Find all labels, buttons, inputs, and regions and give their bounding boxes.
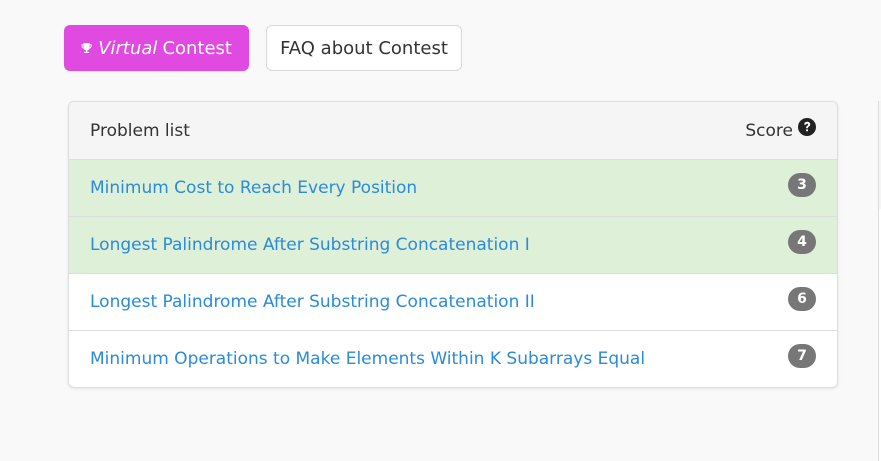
trophy-icon	[81, 43, 92, 53]
problem-link[interactable]: Longest Palindrome After Substring Conca…	[90, 235, 530, 255]
contest-button-row: Virtual Contest FAQ about Contest	[64, 25, 462, 71]
problem-link[interactable]: Minimum Operations to Make Elements With…	[90, 349, 645, 369]
problem-row: Longest Palindrome After Substring Conca…	[69, 274, 837, 331]
problem-list-panel: Problem list Score Minimum Cost to Reach…	[68, 101, 838, 388]
problem-row: Minimum Cost to Reach Every Position 3	[69, 160, 837, 217]
problem-link[interactable]: Minimum Cost to Reach Every Position	[90, 178, 417, 198]
contest-label: Contest	[162, 37, 232, 59]
score-badge: 3	[788, 173, 816, 197]
question-circle-icon[interactable]	[798, 117, 816, 136]
score-label: Score	[745, 120, 793, 141]
problem-link[interactable]: Longest Palindrome After Substring Conca…	[90, 292, 535, 312]
score-header: Score	[745, 117, 816, 141]
problem-list-header: Problem list Score	[69, 102, 837, 160]
score-badge: 7	[788, 344, 816, 368]
problem-row: Longest Palindrome After Substring Conca…	[69, 217, 837, 274]
score-badge: 4	[788, 230, 816, 254]
virtual-label: Virtual	[98, 37, 158, 59]
faq-contest-button[interactable]: FAQ about Contest	[266, 25, 462, 71]
virtual-contest-button[interactable]: Virtual Contest	[64, 25, 249, 71]
score-badge: 6	[788, 287, 816, 311]
problem-list-title: Problem list	[90, 120, 190, 141]
problem-row: Minimum Operations to Make Elements With…	[69, 331, 837, 387]
